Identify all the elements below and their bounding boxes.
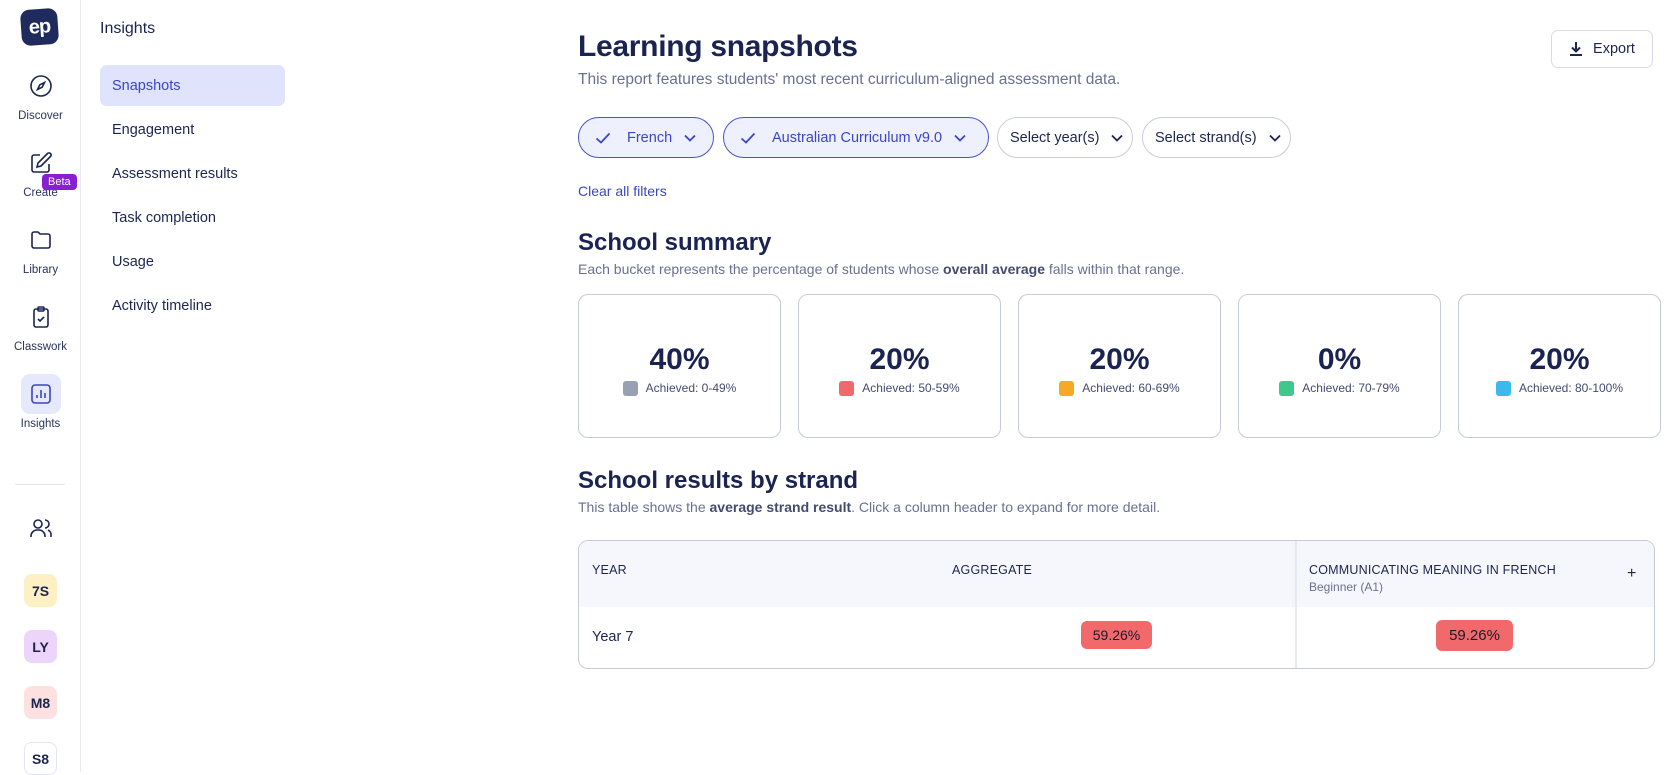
filter-subject[interactable]: French	[578, 117, 714, 158]
legend-swatch	[1059, 380, 1075, 396]
subnav-title: Insights	[100, 20, 156, 37]
app-logo[interactable]: ep	[19, 7, 60, 47]
column-header-aggregate[interactable]: AGGREGATE	[952, 563, 1032, 577]
table-cell-year: Year 7	[592, 629, 634, 645]
page-subtitle: This report features students' most rece…	[578, 71, 1121, 88]
rail-label: Insights	[20, 418, 61, 430]
rail-item-classwork[interactable]: Classwork	[0, 297, 81, 353]
subnav-item-task-completion[interactable]: Task completion	[100, 197, 285, 238]
filter-label: French	[627, 129, 673, 146]
strand-results-table: YEAR AGGREGATE COMMUNICATING MEANING IN …	[578, 540, 1655, 669]
legend-swatch	[1495, 380, 1511, 396]
column-divider	[1295, 541, 1297, 668]
subnav-item-activity-timeline[interactable]: Activity timeline	[100, 285, 285, 326]
school-summary-subtitle: Each bucket represents the percentage of…	[578, 261, 1185, 277]
rail-divider	[15, 484, 65, 485]
legend-label: Achieved: 60-69%	[1082, 381, 1180, 395]
subnav-item-assessment-results[interactable]: Assessment results	[100, 153, 285, 194]
download-icon	[1570, 42, 1583, 56]
strand-results-subtitle: This table shows the average strand resu…	[578, 499, 1161, 515]
app-rail: ep Discover Create Beta Library Classwor…	[0, 0, 81, 775]
summary-card-0-49: 40% Achieved: 0-49%	[578, 294, 781, 438]
clipboard-check-icon	[21, 297, 61, 337]
beta-badge: Beta	[42, 174, 77, 190]
legend-swatch	[839, 380, 855, 396]
bar-chart-icon	[20, 374, 61, 414]
school-summary-title: School summary	[578, 229, 772, 256]
chevron-down-icon	[954, 134, 966, 142]
chevron-down-icon	[684, 134, 696, 142]
subnav-item-engagement[interactable]: Engagement	[100, 109, 285, 150]
main-content: Learning snapshots This report features …	[578, 0, 1678, 772]
summary-pct: 20%	[869, 342, 930, 376]
aggregate-result-badge: 59.26%	[1081, 621, 1152, 649]
filter-label: Select strand(s)	[1155, 129, 1257, 146]
legend-label: Achieved: 50-59%	[862, 381, 960, 395]
summary-pct: 20%	[1529, 342, 1590, 376]
filter-label: Select year(s)	[1010, 129, 1100, 146]
filter-label: Australian Curriculum v9.0	[772, 129, 943, 146]
column-header-strand-level: Beginner (A1)	[1309, 580, 1384, 594]
filter-year[interactable]: Select year(s)	[997, 117, 1133, 158]
summary-pct: 0%	[1317, 342, 1362, 376]
summary-pct: 20%	[1089, 342, 1150, 376]
legend-label: Achieved: 80-100%	[1518, 381, 1624, 395]
legend-label: Achieved: 0-49%	[645, 381, 737, 395]
chevron-down-icon	[1111, 134, 1124, 142]
rail-label: Discover	[18, 110, 63, 122]
column-header-year[interactable]: YEAR	[592, 563, 627, 577]
summary-card-50-59: 20% Achieved: 50-59%	[798, 294, 1001, 438]
legend-swatch	[1279, 380, 1295, 396]
rail-label: Classwork	[13, 341, 68, 353]
compass-icon	[21, 66, 61, 106]
strand-result-badge: 59.26%	[1436, 620, 1513, 651]
subnav-item-usage[interactable]: Usage	[100, 241, 285, 282]
summary-card-60-69: 20% Achieved: 60-69%	[1018, 294, 1221, 438]
rail-item-insights[interactable]: Insights	[0, 374, 81, 430]
column-header-strand[interactable]: COMMUNICATING MEANING IN FRENCH	[1309, 563, 1556, 577]
legend-swatch	[622, 380, 638, 396]
folder-icon	[21, 220, 61, 260]
filter-curriculum[interactable]: Australian Curriculum v9.0	[723, 117, 989, 158]
class-badge-s8[interactable]: S8	[24, 742, 57, 775]
rail-item-discover[interactable]: Discover	[0, 66, 81, 122]
summary-pct: 40%	[649, 342, 710, 376]
summary-card-80-100: 20% Achieved: 80-100%	[1458, 294, 1661, 438]
rail-label: Library	[22, 264, 59, 276]
class-badge-7s[interactable]: 7S	[24, 574, 57, 607]
check-icon	[595, 132, 611, 144]
legend-label: Achieved: 70-79%	[1302, 381, 1400, 395]
class-badge-ly[interactable]: LY	[24, 630, 57, 663]
users-icon	[21, 508, 61, 548]
check-icon	[740, 132, 756, 144]
expand-column-button[interactable]: +	[1627, 565, 1636, 583]
rail-item-users[interactable]	[0, 508, 81, 548]
export-label: Export	[1593, 41, 1635, 57]
strand-results-title: School results by strand	[578, 467, 859, 494]
chevron-down-icon	[1268, 134, 1281, 142]
insights-subnav: Insights Snapshots Engagement Assessment…	[81, 0, 301, 772]
summary-card-70-79: 0% Achieved: 70-79%	[1238, 294, 1441, 438]
export-button[interactable]: Export	[1551, 30, 1653, 68]
rail-item-library[interactable]: Library	[0, 220, 81, 276]
rail-item-create[interactable]: Create	[0, 143, 81, 199]
subnav-item-snapshots[interactable]: Snapshots	[100, 65, 285, 106]
clear-filters-link[interactable]: Clear all filters	[578, 183, 667, 199]
class-badge-m8[interactable]: M8	[24, 686, 57, 719]
filter-strand[interactable]: Select strand(s)	[1142, 117, 1291, 158]
page-title: Learning snapshots	[578, 30, 858, 63]
